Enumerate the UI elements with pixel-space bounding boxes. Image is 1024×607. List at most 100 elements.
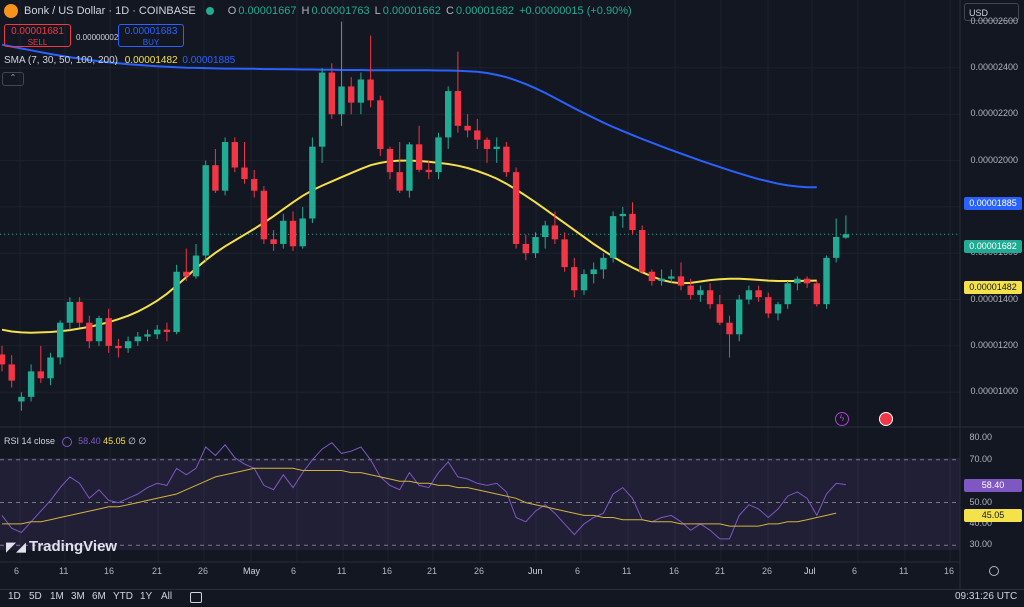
- time-axis-label: 16: [382, 566, 393, 576]
- buy-button[interactable]: 0.00001683 BUY: [118, 24, 184, 47]
- candle-body: [716, 304, 723, 323]
- change-value: +0.00000015 (+0.90%): [519, 5, 632, 17]
- candle-body: [445, 91, 452, 138]
- candle-body: [532, 237, 539, 254]
- candle-body: [542, 225, 549, 238]
- rsi-legend[interactable]: RSI 14 close 58.40 45.05 ∅ ∅: [4, 436, 146, 447]
- settings-gear-icon[interactable]: [989, 566, 999, 576]
- sell-price: 0.00001681: [11, 26, 64, 37]
- time-axis-label: 26: [762, 566, 773, 576]
- candle-body: [435, 137, 442, 173]
- candle-body: [270, 239, 277, 244]
- candle-body: [813, 283, 820, 305]
- candle-body: [503, 146, 510, 173]
- candle-body: [144, 334, 151, 337]
- candle-body: [474, 130, 481, 140]
- chart-canvas[interactable]: [0, 0, 1024, 606]
- sma-fast-price-marker: 0.00001482: [964, 281, 1022, 294]
- candle-body: [47, 357, 54, 379]
- sell-button[interactable]: 0.00001681 SELL: [4, 24, 71, 47]
- rsi-axis-label: 80.00: [969, 432, 992, 443]
- timeframe-button-3m[interactable]: 3M: [71, 591, 85, 602]
- timeframe-button-6m[interactable]: 6M: [92, 591, 106, 602]
- candle-body: [415, 144, 423, 170]
- candle-body: [289, 220, 297, 247]
- timeframe-button-5d[interactable]: 5D: [29, 591, 42, 602]
- timeframe-button-ytd[interactable]: YTD: [113, 591, 133, 602]
- candle-body: [86, 322, 93, 342]
- date-range-calendar-icon[interactable]: [190, 592, 202, 603]
- candle-body: [745, 290, 753, 300]
- tradingview-logo[interactable]: ◤◢ TradingView: [6, 538, 117, 555]
- candle-body: [212, 165, 219, 191]
- time-axis-label: 6: [852, 566, 858, 576]
- candle-body: [328, 72, 335, 115]
- candle-body: [183, 271, 190, 277]
- candle-body: [580, 274, 588, 291]
- candle-body: [154, 329, 161, 335]
- timeframe-button-all[interactable]: All: [161, 591, 172, 602]
- candle-body: [522, 243, 529, 254]
- buy-price: 0.00001683: [124, 26, 178, 37]
- timeframe-button-1y[interactable]: 1Y: [140, 591, 152, 602]
- candle-body: [27, 371, 35, 397]
- candle-body: [66, 301, 74, 323]
- candle-body: [512, 172, 520, 244]
- time-axis-label: 11: [899, 566, 909, 576]
- candle-body: [823, 257, 830, 305]
- timeframe-button-1m[interactable]: 1M: [50, 591, 64, 602]
- candle-body: [260, 190, 268, 240]
- candle-body: [221, 142, 229, 191]
- candle-body: [192, 255, 200, 277]
- lightning-event-icon[interactable]: ϟ: [835, 412, 849, 426]
- sma-legend[interactable]: SMA (7, 30, 50, 100, 200) 0.00001482 0.0…: [4, 55, 235, 66]
- rsi-ma-value: 45.05: [103, 436, 126, 446]
- open-value: 0.00001667: [238, 5, 297, 17]
- collapse-legend-icon[interactable]: ⌃: [2, 72, 24, 86]
- candle-body: [590, 269, 597, 275]
- candle-body: [619, 213, 626, 217]
- symbol-title[interactable]: Bonk / US Dollar · 1D · COINBASE: [24, 5, 196, 17]
- candle-body: [609, 216, 617, 258]
- candle-body: [76, 301, 83, 323]
- candle-body: [493, 146, 500, 149]
- rsi-extra-2: ∅: [138, 436, 147, 446]
- timeframe-button-1d[interactable]: 1D: [8, 591, 21, 602]
- time-axis-label: Jun: [528, 566, 543, 576]
- ohlc-values: O 0.00001667 H 0.00001763 L 0.00001662 C 0.0…: [228, 5, 634, 17]
- candle-body: [8, 364, 15, 381]
- open-key: O: [227, 5, 237, 17]
- us-flag-event-icon[interactable]: [879, 412, 893, 426]
- rsi-ma-marker: 45.05: [964, 509, 1022, 522]
- candle-body: [173, 271, 180, 332]
- time-axis-label: 26: [474, 566, 485, 576]
- candle-body: [357, 79, 365, 103]
- rsi-axis-label: 30.00: [969, 539, 992, 550]
- candle-body: [406, 144, 413, 191]
- time-axis-label: 16: [669, 566, 680, 576]
- time-axis-label: 6: [575, 566, 581, 576]
- sma-label: SMA (7, 30, 50, 100, 200): [4, 55, 118, 66]
- high-key: H: [301, 5, 310, 17]
- candle-body: [639, 230, 646, 272]
- buy-label: BUY: [142, 38, 160, 47]
- price-axis-label: 0.00001200: [970, 339, 1018, 350]
- rsi-axis-label: 70.00: [969, 453, 992, 464]
- rsi-value-marker: 58.40: [964, 479, 1022, 492]
- candle-body: [677, 276, 685, 286]
- candle-body: [755, 290, 762, 298]
- close-key: C: [445, 5, 454, 17]
- candle-body: [765, 297, 772, 314]
- candle-body: [202, 165, 209, 256]
- time-axis-label: 11: [59, 566, 69, 576]
- time-axis-label: 16: [944, 566, 955, 576]
- candle-body: [784, 283, 791, 305]
- candle-body: [551, 225, 559, 240]
- time-axis-label: 21: [715, 566, 726, 576]
- spread-value: 0.00000002: [76, 33, 119, 42]
- time-axis-label: 11: [337, 566, 347, 576]
- candle-body: [280, 220, 287, 244]
- price-axis-label: 0.00001000: [970, 386, 1018, 397]
- sma-slow-price-marker: 0.00001885: [964, 197, 1022, 210]
- candle-body: [57, 322, 64, 358]
